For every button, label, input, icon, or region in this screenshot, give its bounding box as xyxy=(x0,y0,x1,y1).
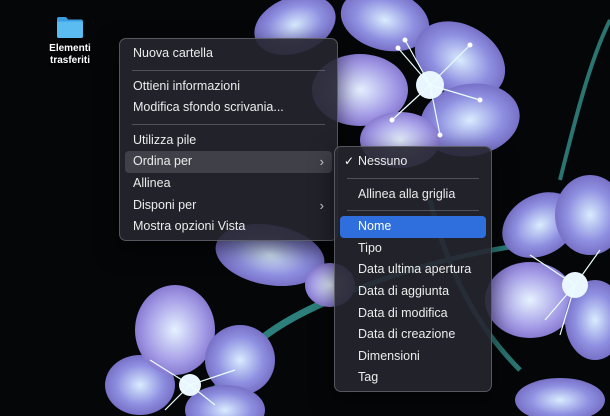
menu-item-clean-up[interactable]: Allinea xyxy=(125,173,332,195)
desktop-context-menu: Nuova cartella Ottieni informazioni Modi… xyxy=(119,38,338,241)
menu-item-label: Mostra opzioni Vista xyxy=(133,219,246,234)
menu-item-new-folder[interactable]: Nuova cartella xyxy=(125,43,332,65)
submenu-item-label: Dimensioni xyxy=(358,348,420,363)
submenu-item-tags[interactable]: Tag xyxy=(340,367,486,389)
submenu-item-kind[interactable]: Tipo xyxy=(340,238,486,260)
submenu-item-size[interactable]: Dimensioni xyxy=(340,346,486,368)
submenu-item-none[interactable]: ✓ Nessuno xyxy=(340,151,486,173)
menu-item-label: Ordina per xyxy=(133,154,193,169)
submenu-item-date-modified[interactable]: Data di modifica xyxy=(340,303,486,325)
submenu-item-label: Data di creazione xyxy=(358,327,456,342)
menu-item-get-info[interactable]: Ottieni informazioni xyxy=(125,76,332,98)
menu-item-arrange-by[interactable]: Disponi per › xyxy=(125,195,332,217)
menu-item-use-stacks[interactable]: Utilizza pile xyxy=(125,130,332,152)
menu-separator xyxy=(132,69,325,71)
submenu-item-label: Data di modifica xyxy=(358,305,448,320)
checkmark-icon: ✓ xyxy=(344,154,355,168)
submenu-item-label: Nome xyxy=(358,219,392,234)
menu-item-label: Nuova cartella xyxy=(133,46,213,60)
submenu-item-date-created[interactable]: Data di creazione xyxy=(340,324,486,346)
menu-item-sort-by[interactable]: Ordina per › xyxy=(125,151,332,173)
submenu-item-name[interactable]: Nome xyxy=(340,216,486,238)
chevron-right-icon: › xyxy=(319,197,324,213)
submenu-item-date-added[interactable]: Data di aggiunta xyxy=(340,281,486,303)
menu-separator xyxy=(347,210,479,212)
menu-separator xyxy=(132,123,325,125)
submenu-item-label: Data ultima apertura xyxy=(358,262,472,277)
menu-separator xyxy=(347,177,479,179)
menu-item-label: Utilizza pile xyxy=(133,132,197,147)
desktop-folder[interactable]: Elementi trasferiti xyxy=(40,15,100,67)
menu-item-label: Allinea xyxy=(133,175,171,190)
desktop-folder-label: Elementi trasferiti xyxy=(49,43,91,66)
submenu-item-date-last-opened[interactable]: Data ultima apertura xyxy=(340,259,486,281)
folder-icon xyxy=(57,17,83,38)
submenu-item-snap-to-grid[interactable]: Allinea alla griglia xyxy=(340,184,486,206)
menu-item-label: Ottieni informazioni xyxy=(133,78,240,93)
submenu-item-label: Allinea alla griglia xyxy=(358,186,456,201)
menu-item-label: Disponi per xyxy=(133,197,197,212)
sort-by-submenu: ✓ Nessuno Allinea alla griglia Nome Tipo… xyxy=(334,146,492,392)
submenu-item-label: Data di aggiunta xyxy=(358,283,450,298)
menu-item-label: Modifica sfondo scrivania... xyxy=(133,100,284,115)
chevron-right-icon: › xyxy=(319,154,324,170)
menu-item-change-wallpaper[interactable]: Modifica sfondo scrivania... xyxy=(125,97,332,119)
submenu-item-label: Nessuno xyxy=(358,154,408,168)
submenu-item-label: Tag xyxy=(358,370,379,385)
submenu-item-label: Tipo xyxy=(358,240,382,255)
menu-item-show-view-options[interactable]: Mostra opzioni Vista xyxy=(125,216,332,238)
